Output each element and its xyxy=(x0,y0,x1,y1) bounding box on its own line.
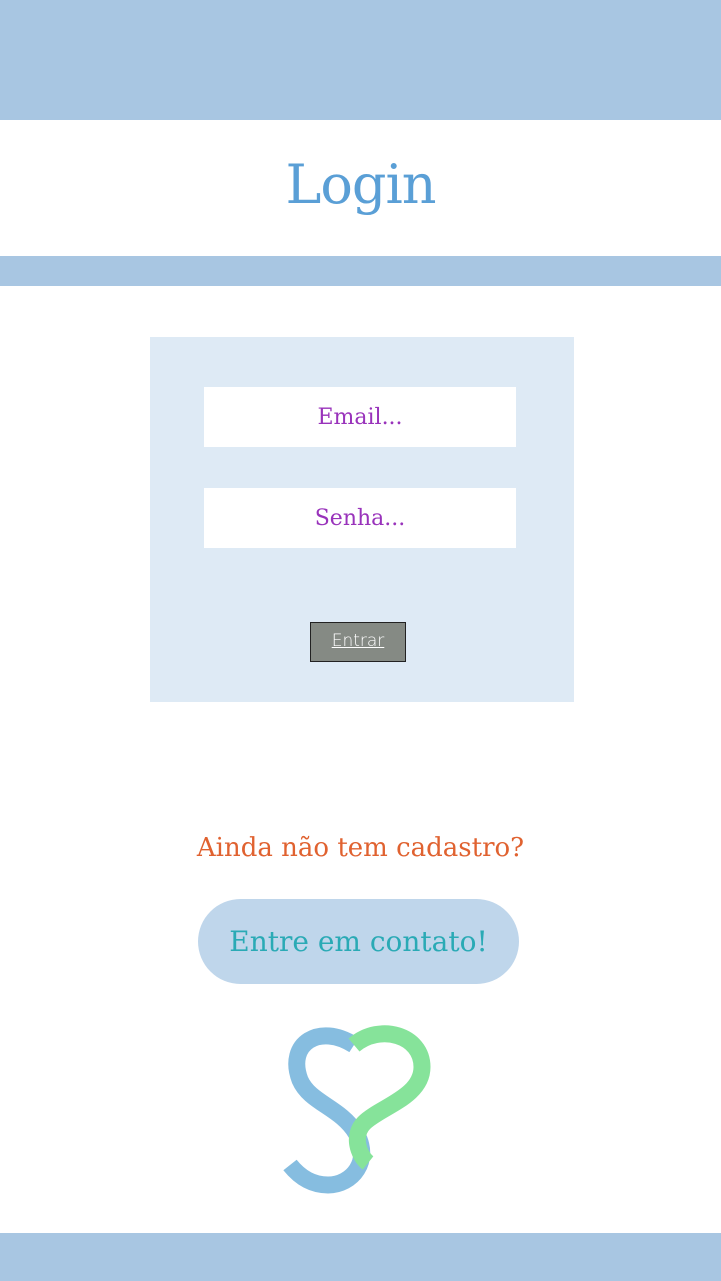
signup-prompt: Ainda não tem cadastro? xyxy=(196,833,525,863)
page-title: Login xyxy=(285,153,437,216)
bottom-bar xyxy=(0,1233,721,1281)
entrar-button[interactable]: Entrar xyxy=(310,622,406,662)
password-field[interactable] xyxy=(204,488,516,548)
top-bar xyxy=(0,0,721,120)
title-divider xyxy=(0,256,721,286)
contact-button[interactable]: Entre em contato! xyxy=(198,899,519,984)
logo-blue-stroke xyxy=(283,1027,371,1194)
heart-s-logo-icon xyxy=(283,1025,431,1194)
logo-green-stroke xyxy=(348,1025,431,1170)
email-field[interactable] xyxy=(204,387,516,447)
login-panel: Entrar xyxy=(150,337,574,702)
